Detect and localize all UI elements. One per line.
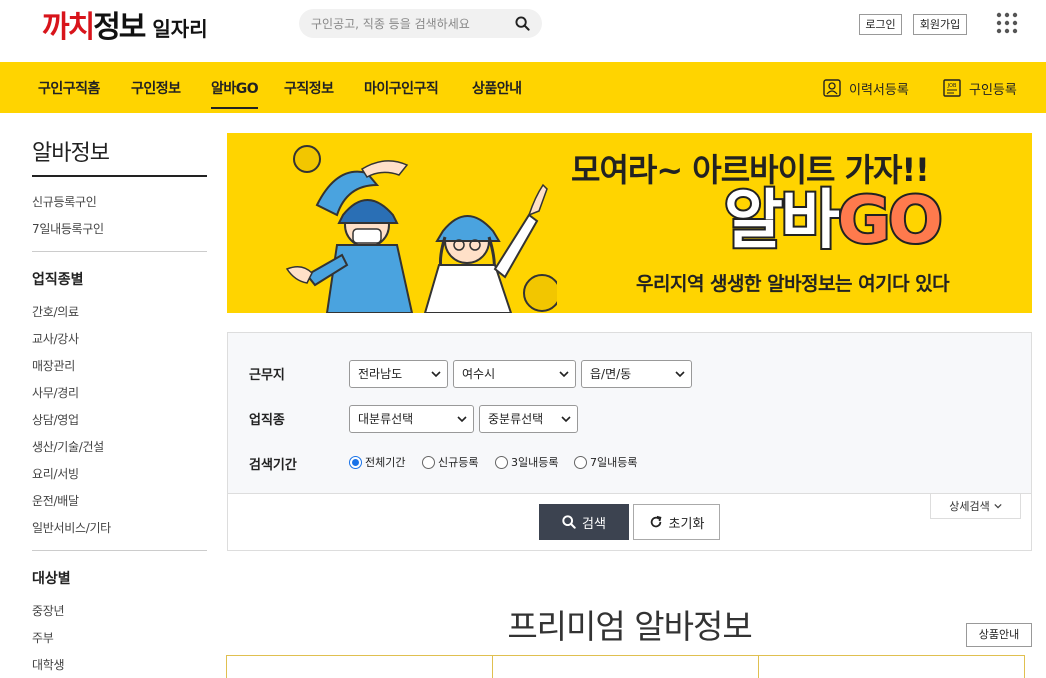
banner-logo-text: 알바GO xyxy=(722,183,945,259)
sidebar-item-7days[interactable]: 7일내등록구인 xyxy=(32,220,104,237)
minor-category-value: 중분류선택 xyxy=(488,412,544,426)
sidebar-item-sales[interactable]: 상담/영업 xyxy=(32,411,79,428)
premium-card[interactable] xyxy=(227,656,493,678)
sidebar-item-teacher[interactable]: 교사/강사 xyxy=(32,330,79,347)
location-label: 근무지 xyxy=(249,368,285,383)
period-radio-new[interactable]: 신규등록 xyxy=(422,454,478,470)
nav-item-albago[interactable]: 알바GO xyxy=(211,78,259,109)
premium-card[interactable] xyxy=(493,656,759,678)
major-category-value: 대분류선택 xyxy=(358,412,414,426)
sidebar-item-office[interactable]: 사무/경리 xyxy=(32,384,79,401)
resume-icon xyxy=(823,79,841,97)
sidebar-item-service[interactable]: 일반서비스/기타 xyxy=(32,519,111,536)
detail-search-toggle[interactable]: 상세검색 xyxy=(930,494,1021,519)
radio-label: 전체기간 xyxy=(365,456,406,469)
sidebar-item-new[interactable]: 신규등록구인 xyxy=(32,193,97,210)
nav-item-home[interactable]: 구인구직홈 xyxy=(38,78,100,98)
period-label: 검색기간 xyxy=(249,458,297,473)
chevron-down-icon xyxy=(994,503,1002,509)
town-value: 읍/면/동 xyxy=(590,367,632,381)
detail-search-label: 상세검색 xyxy=(949,500,990,513)
banner-logo-korean: 알바 xyxy=(722,183,842,259)
radio-label: 7일내등록 xyxy=(590,456,638,469)
sidebar-group-title: 대상별 xyxy=(32,571,71,587)
radio-label: 3일내등록 xyxy=(511,456,559,469)
banner-logo-go: GO xyxy=(836,183,945,259)
premium-listings xyxy=(226,655,1025,678)
search-icon xyxy=(562,515,576,529)
sidebar-divider xyxy=(32,550,207,551)
resume-register-link[interactable]: 이력서등록 xyxy=(822,78,909,98)
banner-illustration xyxy=(285,145,557,313)
sidebar-item-driving[interactable]: 운전/배달 xyxy=(32,492,79,509)
job-search-form: 근무지 전라남도 여수시 읍/면/동 업직종 대분류선택 중분류선택 검색기간 … xyxy=(227,332,1032,551)
svg-text:JOB: JOB xyxy=(947,83,957,89)
sidebar-divider xyxy=(32,251,207,252)
radio-button xyxy=(574,455,587,469)
sidebar-item-store[interactable]: 매장관리 xyxy=(32,357,75,374)
sidebar-item-nursing[interactable]: 간호/의료 xyxy=(32,303,79,320)
sidebar-item-housewife[interactable]: 주부 xyxy=(32,629,54,646)
period-radio-all[interactable]: 전체기간 xyxy=(349,454,405,470)
job-register-label: 구인등록 xyxy=(969,82,1017,98)
job-post-icon: JOB xyxy=(943,79,961,97)
product-info-button[interactable]: 상품안내 xyxy=(966,623,1032,647)
chevron-down-icon xyxy=(675,371,685,378)
nav-item-job-info[interactable]: 구인정보 xyxy=(131,78,181,98)
logo-part1: 까치 xyxy=(42,10,95,45)
city-value: 여수시 xyxy=(462,367,496,381)
nav-item-products[interactable]: 상품안내 xyxy=(472,78,522,98)
job-category-label: 업직종 xyxy=(249,413,285,428)
signup-button[interactable]: 회원가입 xyxy=(913,14,967,35)
minor-category-select[interactable]: 중분류선택 xyxy=(479,405,578,433)
radio-button xyxy=(422,455,435,469)
town-select[interactable]: 읍/면/동 xyxy=(581,360,692,388)
sidebar-group-title: 업직종별 xyxy=(32,272,84,288)
sidebar-item-cooking[interactable]: 요리/서빙 xyxy=(32,465,79,482)
app-grid-icon[interactable] xyxy=(996,12,1018,34)
nav-item-job-seeker[interactable]: 구직정보 xyxy=(284,78,334,98)
banner-subtext: 우리지역 생생한 알바정보는 여기다 있다 xyxy=(636,273,950,295)
sidebar-item-production[interactable]: 생산/기술/건설 xyxy=(32,438,104,455)
reset-button-label: 초기화 xyxy=(668,515,705,531)
search-button[interactable]: 검색 xyxy=(539,504,629,540)
refresh-icon xyxy=(650,515,661,528)
login-button[interactable]: 로그인 xyxy=(859,14,902,35)
period-radio-3days[interactable]: 3일내등록 xyxy=(495,454,558,470)
search-form-fields: 근무지 전라남도 여수시 읍/면/동 업직종 대분류선택 중분류선택 검색기간 … xyxy=(228,333,1031,494)
chevron-down-icon xyxy=(559,371,569,378)
radio-button xyxy=(495,455,508,469)
chevron-down-icon xyxy=(457,416,467,423)
logo-wordmark: 까치정보 xyxy=(42,10,146,46)
premium-section-title: 프리미엄 알바정보 xyxy=(507,607,752,646)
period-radio-7days[interactable]: 7일내등록 xyxy=(574,454,637,470)
sidebar-divider xyxy=(32,175,207,177)
premium-card[interactable] xyxy=(759,656,1024,678)
chevron-down-icon xyxy=(431,371,441,378)
site-search xyxy=(299,9,542,38)
chevron-down-icon xyxy=(561,416,571,423)
site-logo[interactable]: 까치정보 일자리 xyxy=(42,6,208,46)
reset-button[interactable]: 초기화 xyxy=(633,504,720,540)
sidebar-item-middle-aged[interactable]: 중장년 xyxy=(32,602,65,619)
promo-banner[interactable]: 모여라~ 아르바이트 가자!! 알바GO 우리지역 생생한 알바정보는 여기다 … xyxy=(227,133,1032,313)
logo-subtitle: 일자리 xyxy=(152,17,208,41)
radio-button xyxy=(349,455,362,469)
resume-register-label: 이력서등록 xyxy=(849,82,909,98)
logo-part2: 정보 xyxy=(93,10,146,45)
province-value: 전라남도 xyxy=(358,367,403,381)
search-input[interactable] xyxy=(311,14,511,34)
search-button-label: 검색 xyxy=(582,515,606,531)
province-select[interactable]: 전라남도 xyxy=(349,360,448,388)
major-category-select[interactable]: 대분류선택 xyxy=(349,405,474,433)
site-header: 까치정보 일자리 로그인 회원가입 xyxy=(0,0,1046,62)
radio-label: 신규등록 xyxy=(438,456,479,469)
sidebar-title: 알바정보 xyxy=(32,141,110,166)
search-icon[interactable] xyxy=(515,16,530,31)
sidebar-item-student[interactable]: 대학생 xyxy=(32,656,65,673)
main-nav: 구인구직홈 구인정보 알바GO 구직정보 마이구인구직 상품안내 이력서등록 J… xyxy=(0,62,1046,113)
nav-item-my-page[interactable]: 마이구인구직 xyxy=(364,78,439,98)
city-select[interactable]: 여수시 xyxy=(453,360,576,388)
job-register-link[interactable]: JOB 구인등록 xyxy=(942,78,1017,98)
